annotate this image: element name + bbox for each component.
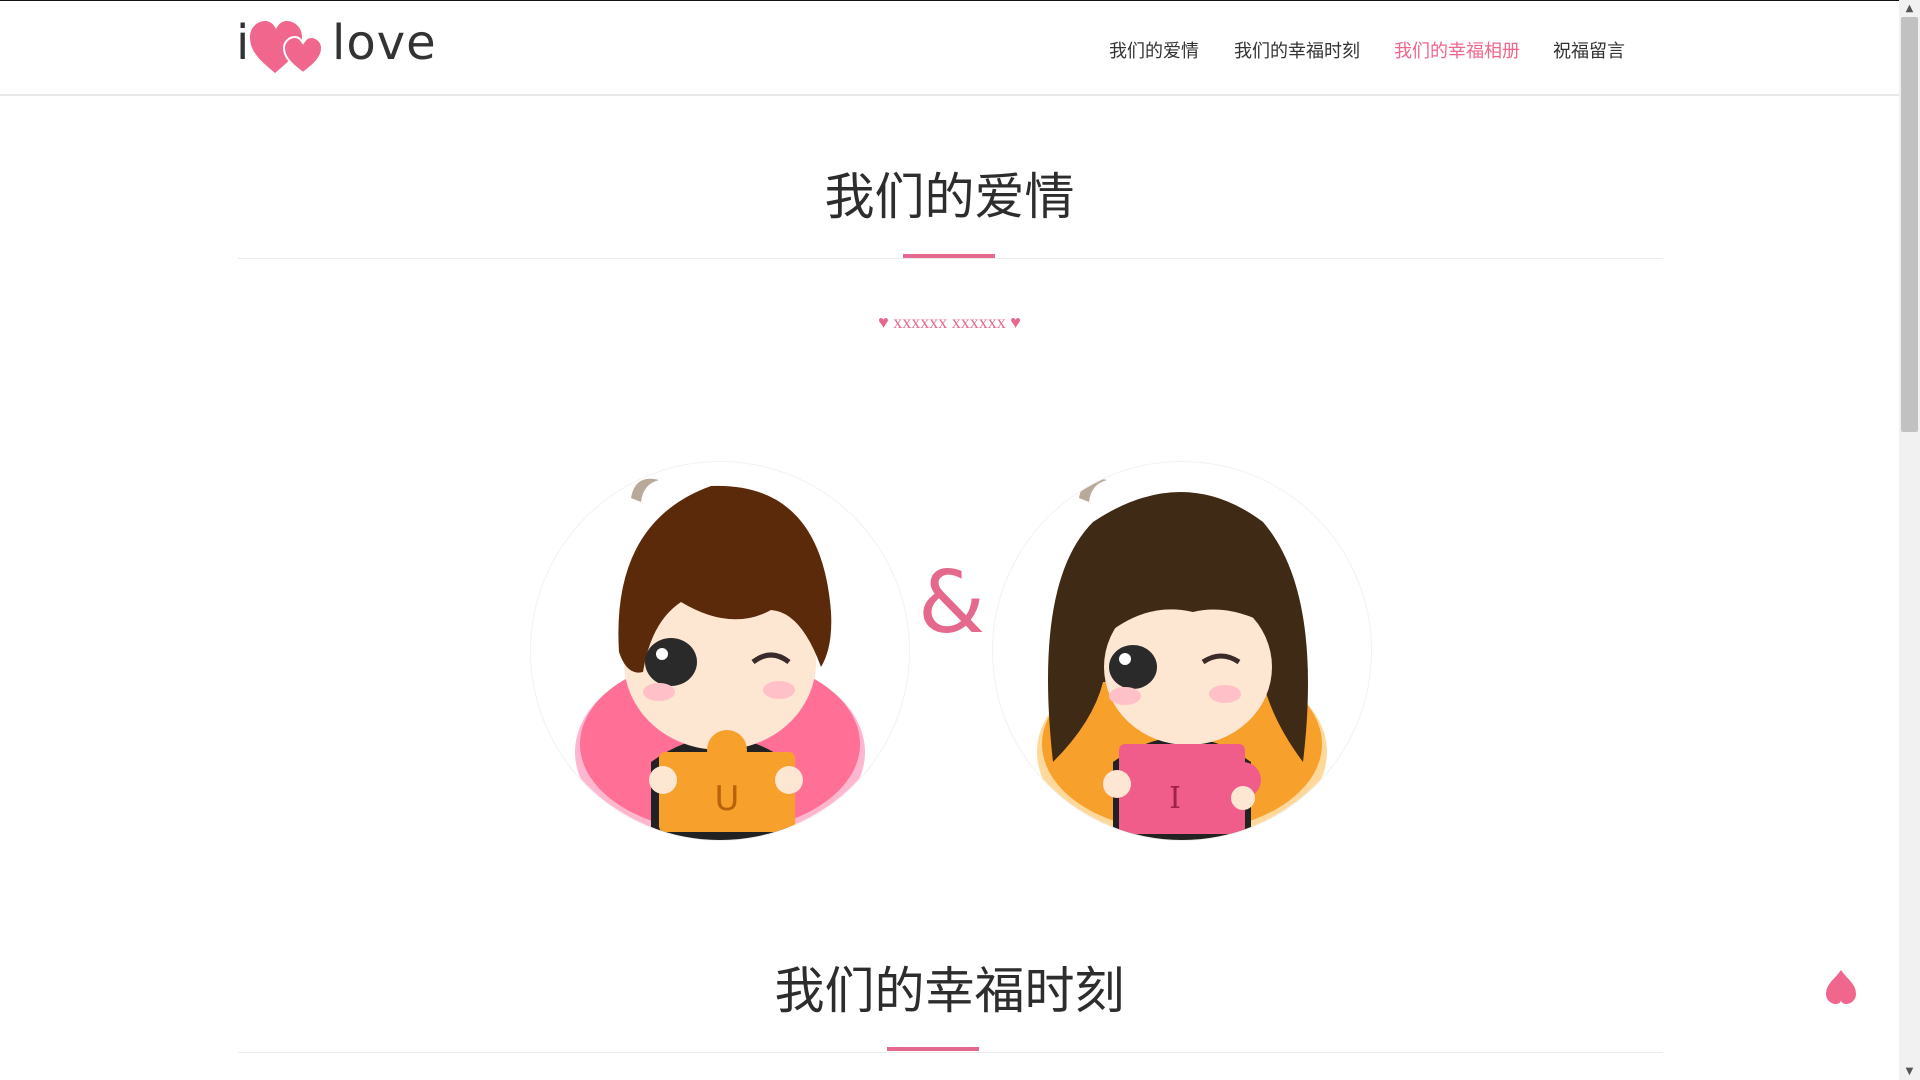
vertical-scrollbar[interactable]: ▲ ▼ xyxy=(1899,0,1920,1080)
back-to-top-button[interactable] xyxy=(1826,968,1856,1004)
nav-item-happy-moments[interactable]: 我们的幸福时刻 xyxy=(1234,37,1360,63)
logo-word: love xyxy=(332,15,437,71)
scroll-up-arrow-icon[interactable]: ▲ xyxy=(1899,0,1920,17)
nav-item-our-love[interactable]: 我们的爱情 xyxy=(1109,37,1199,63)
scroll-down-arrow-icon[interactable]: ▼ xyxy=(1899,1063,1920,1080)
section-title-our-love: 我们的爱情 xyxy=(824,168,1075,226)
section-accent-bar-2 xyxy=(887,1047,979,1051)
girl-avatar: I xyxy=(992,461,1372,841)
girl-puzzle-letter: I xyxy=(1169,781,1181,816)
boy-puzzle-letter: U xyxy=(715,779,740,819)
ampersand: & xyxy=(918,553,986,653)
nav-item-happy-album[interactable]: 我们的幸福相册 xyxy=(1394,37,1520,63)
section-divider xyxy=(238,258,1663,259)
boy-avatar: U xyxy=(530,461,910,841)
section-divider-2 xyxy=(238,1052,1663,1053)
section-accent-bar xyxy=(903,254,995,258)
logo-letter: i xyxy=(236,15,250,71)
heart-up-icon xyxy=(1826,970,1856,1004)
section-subtitle: ♥ xxxxxx xxxxxx ♥ xyxy=(878,312,1021,332)
scrollbar-thumb[interactable] xyxy=(1901,17,1918,432)
site-logo[interactable]: i love xyxy=(236,15,436,75)
section-title-happy-moments: 我们的幸福时刻 xyxy=(774,962,1125,1020)
top-navbar: i love 我们的爱情 我们的幸福时刻 我们的幸福相册 祝福留言 xyxy=(0,1,1899,96)
logo-hearts-icon xyxy=(250,21,324,73)
nav-item-blessing-messages[interactable]: 祝福留言 xyxy=(1553,37,1625,63)
